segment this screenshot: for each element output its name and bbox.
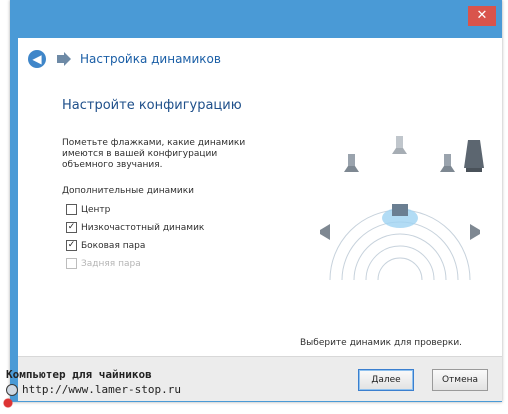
subwoofer-icon[interactable]	[464, 140, 484, 172]
listener-icon	[392, 204, 408, 216]
dialog-title: Настройка динамиков	[80, 52, 221, 66]
speaker-front-left-icon[interactable]	[344, 154, 359, 172]
description-text: Пометьте флажками, какие динамики имеютс…	[62, 138, 246, 170]
screenshot-frame: ✕ ◀ Настройка динамиков Настройте конфиг…	[0, 0, 508, 414]
back-arrow-icon[interactable]: ◀	[28, 50, 46, 68]
test-hint-text: Выберите динамик для проверки.	[300, 338, 463, 348]
dialog-window: ✕ ◀ Настройка динамиков Настройте конфиг…	[10, 0, 502, 402]
option-label: Задняя пара	[81, 258, 141, 269]
watermark-logo-icon	[0, 396, 20, 410]
checkbox-side-pair[interactable]: ✓	[66, 240, 77, 251]
watermark-title: Компьютер для чайников	[6, 368, 152, 381]
speaker-side-left-icon[interactable]	[320, 224, 330, 240]
option-side-pair[interactable]: ✓ Боковая пара	[66, 240, 145, 251]
speaker-icon	[56, 52, 72, 66]
speaker-front-right-icon[interactable]	[440, 154, 455, 172]
speaker-diagram	[320, 136, 484, 281]
option-subwoofer[interactable]: ✓ Низкочастотный динамик	[66, 222, 204, 233]
option-label: Центр	[81, 204, 111, 215]
section-label: Дополнительные динамики	[62, 186, 195, 196]
option-center[interactable]: Центр	[66, 204, 110, 215]
checkbox-center[interactable]	[66, 204, 77, 215]
option-label: Боковая пара	[81, 240, 146, 251]
cancel-button[interactable]: Отмена	[432, 369, 488, 391]
option-rear-pair: Задняя пара	[66, 258, 141, 269]
globe-icon	[6, 383, 18, 396]
site-watermark: Компьютер для чайников http://www.lamer-…	[6, 368, 181, 396]
close-button[interactable]: ✕	[468, 6, 496, 26]
next-button[interactable]: Далее	[358, 369, 414, 391]
page-heading: Настройте конфигурацию	[62, 98, 242, 113]
dialog-header: ◀ Настройка динамиков	[18, 38, 502, 80]
option-label: Низкочастотный динамик	[81, 222, 205, 233]
watermark-url: http://www.lamer-stop.ru	[22, 383, 181, 396]
checkbox-subwoofer[interactable]: ✓	[66, 222, 77, 233]
speaker-center-icon[interactable]	[392, 136, 407, 154]
checkbox-rear-pair	[66, 258, 77, 269]
dialog-content: Настройте конфигурацию Пометьте флажками…	[18, 80, 502, 356]
speaker-side-right-icon[interactable]	[470, 224, 480, 240]
watermark-url-row: http://www.lamer-stop.ru	[6, 383, 181, 396]
